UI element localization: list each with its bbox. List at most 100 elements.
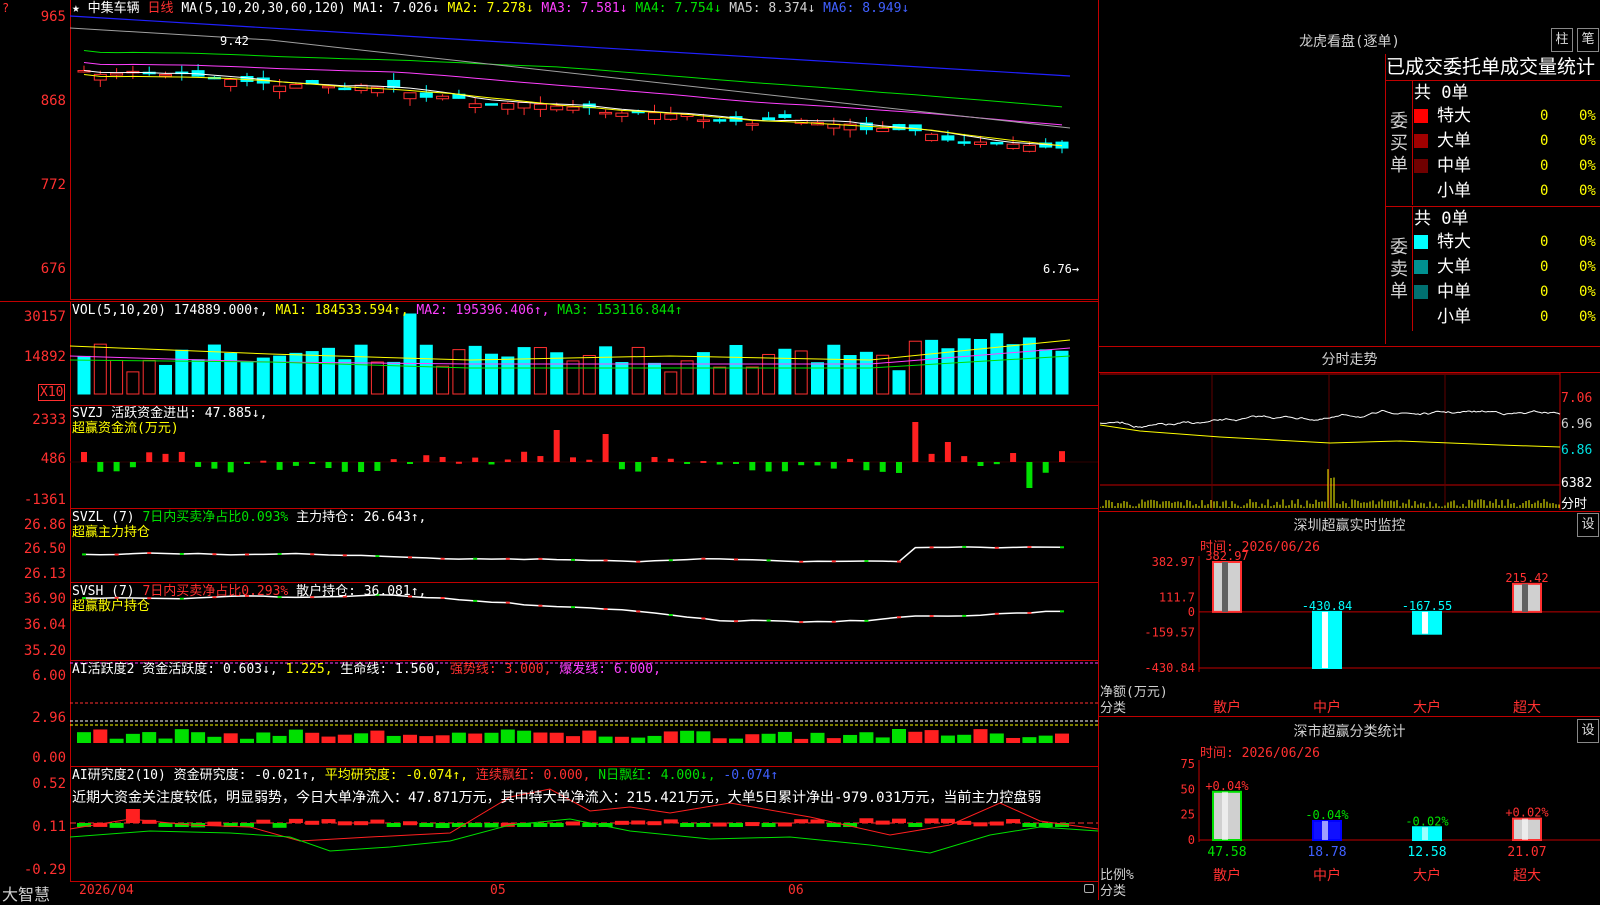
volume-bar	[436, 365, 450, 395]
star-icon[interactable]: ★	[72, 1, 80, 16]
activity-bar	[582, 730, 597, 743]
volume-bar	[550, 352, 564, 395]
candle-body	[941, 135, 955, 141]
volume-bar	[93, 343, 107, 395]
flow-bar	[244, 462, 250, 464]
flow-bar	[944, 442, 951, 462]
indicator-tick	[473, 599, 478, 602]
flow-bar	[847, 458, 854, 462]
flow-bar	[309, 462, 316, 464]
monitor-bar-shade	[1422, 611, 1428, 634]
monitor-value-label: 215.42	[1505, 571, 1548, 585]
activity-bar	[794, 738, 809, 743]
svsh-sublabel: 超赢散户持仓	[72, 599, 151, 614]
monitor-bar-shade	[1522, 583, 1528, 612]
svsh-panel[interactable]: SVSH (7) 7日内买卖净占比0.293% 散户持仓: 36.081↑, 超…	[70, 583, 1098, 661]
bar-mode-button[interactable]: 柱	[1551, 28, 1573, 52]
flow-bar	[781, 462, 788, 472]
svzj-panel[interactable]: SVZJ 活跃资金进出: 47.885↓, 超赢资金流(万元)	[70, 405, 1098, 509]
volume-bar	[925, 339, 939, 395]
flow-bar	[455, 461, 462, 464]
kline-y-tick: 676	[40, 261, 66, 277]
corner-question-icon[interactable]: ?	[2, 1, 9, 15]
activity-bar	[761, 733, 776, 743]
indicator-tick	[1027, 611, 1032, 614]
activity-bar	[1055, 733, 1069, 743]
activity-bar	[386, 735, 401, 743]
vol-label: VOL(5,10,20)	[72, 303, 166, 318]
date-label: 05	[490, 883, 506, 898]
svsh-y-axis: 36.90 36.04 35.20	[0, 583, 71, 660]
volume-panel[interactable]: VOL(5,10,20) 174889.000↑, MA1: 184533.59…	[70, 301, 1098, 406]
tick-mode-button[interactable]: 笔	[1577, 28, 1599, 52]
indicator-tick	[277, 552, 282, 555]
ai-active-label-a: AI活跃度2 资金活跃度: 0.603↓,	[72, 662, 278, 677]
monitor-value-label: -430.84	[1302, 599, 1353, 613]
flow-bar	[374, 462, 381, 471]
research-bar	[794, 819, 809, 824]
activity-bar	[924, 730, 939, 743]
indicator-tick	[864, 560, 869, 563]
candle-body	[1006, 143, 1020, 149]
ai-research-header: AI研究度2(10) 资金研究度: -0.021↑, 平均研究度: -0.074…	[72, 768, 778, 783]
flow-bar	[896, 462, 902, 473]
activity-bar	[419, 736, 434, 743]
high-price-marker: 9.42	[220, 34, 249, 48]
svzl-y-axis: 26.86 26.50 26.13	[0, 509, 71, 582]
order-type-label: 小单	[1437, 181, 1471, 201]
intraday-vol-label: 分时	[1561, 497, 1588, 512]
candle-body	[159, 73, 172, 77]
buy-side-label: 委买单	[1390, 111, 1408, 176]
kline-panel[interactable]: ★ 中集车辆 日线 MA(5,10,20,30,60,120) MA1: 7.0…	[70, 0, 1098, 300]
order-color-swatch	[1414, 109, 1428, 123]
classify-category-label: 超大	[1513, 868, 1541, 884]
period-label[interactable]: 日线	[148, 1, 174, 16]
stock-name: 中集车辆	[87, 1, 140, 16]
monitor-settings-button[interactable]: 设	[1577, 513, 1599, 537]
indicator-tick	[505, 557, 510, 560]
volume-bar	[908, 340, 922, 395]
activity-bar	[892, 729, 906, 743]
research-bar	[777, 822, 792, 827]
flow-bar	[162, 453, 169, 462]
indicator-tick	[668, 559, 673, 562]
flow-bar	[227, 462, 234, 473]
volume-bar	[859, 351, 873, 395]
kline-header: ★ 中集车辆 日线 MA(5,10,20,30,60,120) MA1: 7.0…	[72, 1, 909, 16]
volume-bar	[745, 366, 759, 395]
flow-bar	[961, 456, 968, 462]
volume-bar	[533, 347, 547, 395]
order-count: 0	[1540, 284, 1549, 300]
activity-bar	[1006, 737, 1021, 743]
ai-research-panel[interactable]: AI研究度2(10) 资金研究度: -0.021↑, 平均研究度: -0.074…	[70, 767, 1098, 882]
ai-research-chart[interactable]	[70, 767, 1098, 881]
research-bar	[875, 820, 890, 825]
sell-total: 共 0单	[1414, 209, 1469, 229]
order-count: 0	[1540, 133, 1549, 149]
order-type-label: 特大	[1437, 232, 1471, 252]
candle-body	[566, 106, 580, 111]
indicator-tick	[994, 612, 999, 615]
order-color-swatch	[1414, 285, 1428, 299]
flow-bar	[863, 462, 870, 471]
volume-bar	[1022, 337, 1036, 395]
candle-body	[925, 133, 939, 142]
intraday-chart[interactable]	[1100, 373, 1600, 510]
classify-value-label: 18.78	[1307, 845, 1346, 860]
volume-bar	[566, 360, 580, 395]
lock-icon[interactable]	[1084, 884, 1094, 893]
activity-bar	[533, 732, 548, 743]
order-percent: 0%	[1579, 183, 1596, 199]
classify-settings-button[interactable]: 设	[1577, 719, 1599, 743]
intraday-panel[interactable]: 7.06 6.96 6.86 6382 分时	[1100, 373, 1600, 512]
svzl-panel[interactable]: SVZL (7) 7日内买卖净占比0.093% 主力持仓: 26.643↑, 超…	[70, 509, 1098, 583]
monitor-y-tick: -430.84	[1144, 661, 1195, 675]
svzl-y-tick: 26.86	[23, 517, 66, 533]
ai-active-panel[interactable]: AI活跃度2 资金活跃度: 0.603↓, 1.225, 生命线: 1.560,…	[70, 661, 1098, 767]
activity-bar	[109, 738, 124, 743]
ai-research-label-b: 平均研究度: -0.074↑,	[324, 768, 468, 783]
flow-bar	[618, 462, 625, 470]
flow-bar	[1010, 453, 1017, 462]
volume-bar	[175, 349, 189, 395]
intraday-vol-top: 6382	[1561, 476, 1593, 491]
